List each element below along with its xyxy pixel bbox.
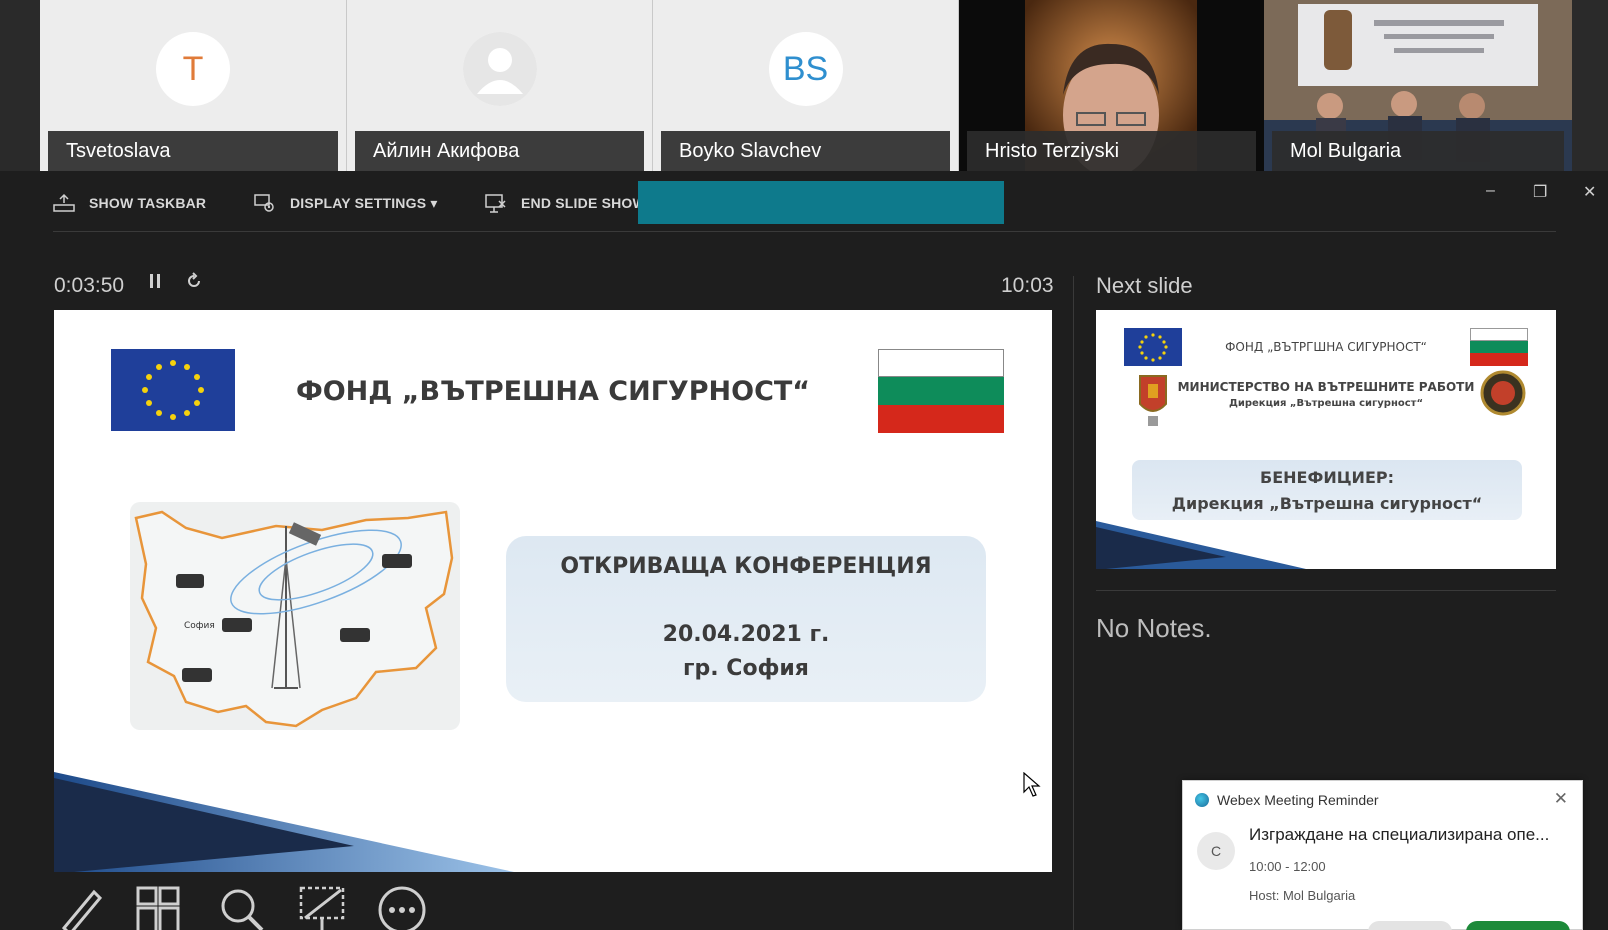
participant-tile[interactable]: BS Boyko Slavchev — [653, 0, 959, 171]
pause-button[interactable] — [148, 272, 162, 296]
beneficiary-name: Дирекция „Вътрешна сигурност“ — [1171, 494, 1483, 513]
meeting-reminder-popup[interactable]: Webex Meeting Reminder ✕ C Изграждане на… — [1182, 780, 1583, 930]
end-slide-show-label: END SLIDE SHOW — [521, 195, 646, 211]
restart-timer-button[interactable] — [185, 272, 203, 296]
conference-title: ОТКРИВАЩА КОНФЕРЕНЦИЯ — [560, 554, 932, 579]
snooze-button[interactable] — [1368, 921, 1452, 930]
participant-avatar: T — [156, 32, 230, 106]
screen: T Tsvetoslava Айлин Акифова BS Boyko Sla… — [0, 0, 1608, 930]
pen-icon — [61, 889, 103, 930]
magnifier-icon — [221, 889, 264, 930]
toolbar-divider — [53, 231, 1556, 232]
bulgaria-map-illustration: София — [130, 502, 460, 730]
end-slide-show-icon — [485, 194, 506, 213]
participant-tile[interactable]: T Tsvetoslava — [40, 0, 347, 171]
display-settings-label: DISPLAY SETTINGS ▾ — [290, 194, 438, 211]
host-avatar: C — [1197, 832, 1235, 870]
mouse-cursor-icon — [1023, 772, 1041, 797]
participant-name: Boyko Slavchev — [661, 131, 950, 171]
elapsed-timer: 0:03:50 — [54, 274, 125, 297]
participant-strip: T Tsvetoslava Айлин Акифова BS Boyko Sla… — [0, 0, 1608, 171]
presenter-toolbar: SHOW TASKBAR DISPLAY SETTINGS ▾ END SLID… — [0, 171, 1608, 233]
more-icon — [378, 886, 426, 930]
speaker-notes: No Notes. — [1096, 613, 1212, 643]
next-slide-preview[interactable]: ФОНД „ВЪТРГШНА СИГУРНОСТ“ МИНИСТЕРСТВО Н… — [1096, 310, 1556, 569]
display-settings-icon — [254, 194, 274, 212]
meeting-time: 10:00 - 12:00 — [1249, 859, 1326, 874]
start-meeting-button[interactable] — [1466, 921, 1570, 930]
show-taskbar-button[interactable]: SHOW TASKBAR — [53, 193, 206, 213]
taskbar-icon — [53, 193, 75, 212]
redaction-bar — [638, 181, 1004, 224]
participant-name: Айлин Акифова — [355, 131, 644, 171]
current-slide[interactable]: ФОНД „ВЪТРЕШНА СИГУРНОСТ“ София ОТКРИВАЩ… — [54, 310, 1052, 872]
bulgarian-flag-icon — [878, 349, 1004, 433]
notes-divider — [1096, 590, 1556, 591]
zoom-button[interactable] — [216, 884, 268, 930]
directorate-seal-icon — [1480, 370, 1526, 416]
restart-icon — [188, 272, 200, 287]
screen-toggle-icon — [299, 886, 345, 930]
bulgarian-flag-icon — [1470, 328, 1528, 366]
restore-button[interactable]: ❐ — [1533, 182, 1547, 202]
slide-footer-decoration — [54, 772, 514, 872]
current-time: 10:03 — [1001, 274, 1054, 297]
display-settings-button[interactable]: DISPLAY SETTINGS ▾ — [254, 193, 438, 213]
black-screen-button[interactable] — [297, 884, 349, 930]
user-placeholder-icon — [462, 32, 537, 106]
conference-info-box: ОТКРИВАЩА КОНФЕРЕНЦИЯ 20.04.2021 г. гр. … — [506, 536, 986, 702]
participant-tile[interactable]: Mol Bulgaria — [1264, 0, 1572, 171]
close-button[interactable]: ✕ — [1583, 182, 1596, 202]
close-reminder-button[interactable]: ✕ — [1554, 789, 1568, 809]
grid-icon — [136, 886, 180, 930]
pause-icon — [150, 274, 160, 288]
show-taskbar-label: SHOW TASKBAR — [89, 195, 207, 211]
webex-logo-icon — [1195, 793, 1209, 807]
participant-tile[interactable]: Hristo Terziyski — [959, 0, 1264, 171]
pen-tool-button[interactable] — [54, 884, 106, 930]
participant-avatar: BS — [768, 32, 843, 106]
meeting-title: Изграждане на специализирана опе... — [1249, 825, 1550, 844]
conference-date: 20.04.2021 г. — [662, 622, 830, 647]
conference-city: гр. София — [683, 656, 809, 681]
minimize-button[interactable]: – — [1486, 182, 1495, 200]
participant-tile[interactable]: Айлин Акифова — [347, 0, 653, 171]
participant-name: Hristo Terziyski — [967, 131, 1256, 171]
beneficiary-label: БЕНЕФИЦИЕР: — [1260, 468, 1394, 487]
panel-divider — [1073, 276, 1074, 930]
slide-footer-decoration — [1096, 521, 1306, 569]
beneficiary-box: БЕНЕФИЦИЕР: Дирекция „Вътрешна сигурност… — [1132, 460, 1522, 520]
next-slide-label: Next slide — [1096, 273, 1193, 298]
map-city-label: София — [184, 621, 215, 631]
participant-name: Mol Bulgaria — [1272, 131, 1564, 171]
more-options-button[interactable] — [376, 884, 428, 930]
reminder-app-name: Webex Meeting Reminder — [1217, 792, 1379, 808]
meeting-host: Host: Mol Bulgaria — [1249, 888, 1356, 903]
end-slide-show-button[interactable]: END SLIDE SHOW — [485, 193, 646, 213]
see-all-slides-button[interactable] — [134, 884, 186, 930]
participant-name: Tsvetoslava — [48, 131, 338, 171]
